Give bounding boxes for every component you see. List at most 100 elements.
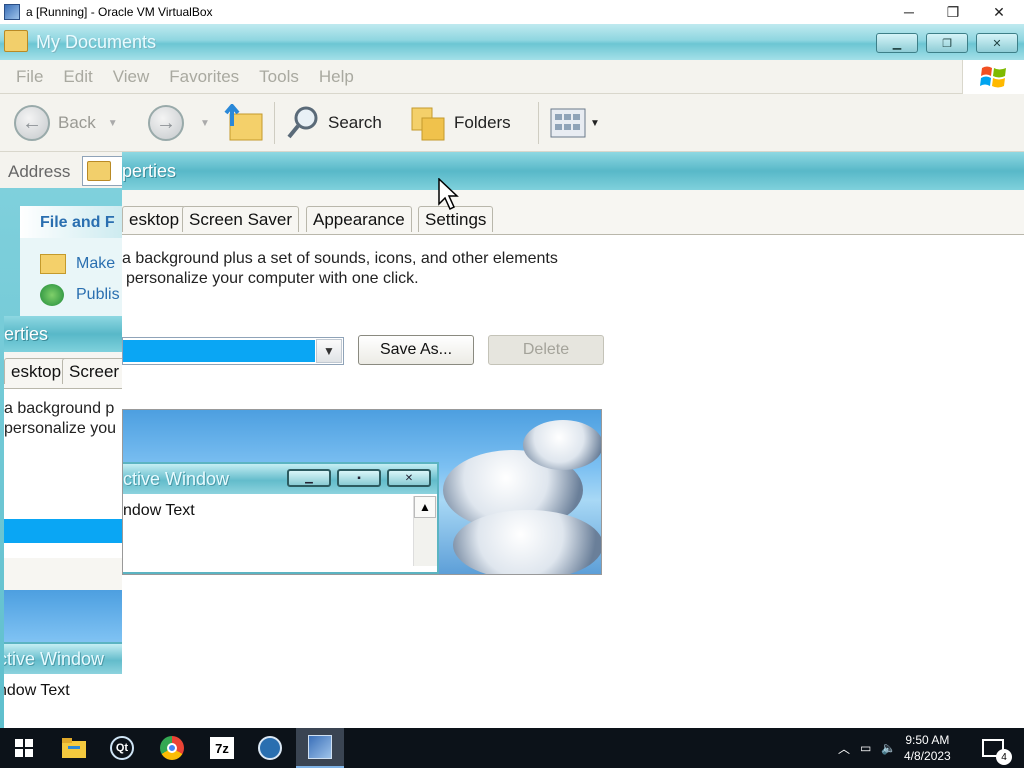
preview-window-text: ndow Text (123, 502, 195, 519)
virtualbox-taskbar[interactable] (296, 728, 344, 768)
ghost-desc-line1: a background p (4, 400, 115, 417)
7zip-icon: 7z (210, 737, 234, 759)
file-tasks-header[interactable]: File and F (20, 206, 122, 238)
theme-selection (123, 340, 315, 362)
views-dropdown-icon[interactable]: ▼ (590, 118, 600, 129)
address-input[interactable] (82, 156, 122, 186)
globe-icon (40, 284, 64, 306)
forward-dropdown-icon[interactable]: ▼ (200, 118, 210, 129)
preview-minimize-icon: ▁ (287, 469, 331, 487)
start-button[interactable] (0, 728, 48, 768)
chrome-taskbar[interactable] (148, 728, 196, 768)
search-icon (287, 106, 318, 139)
ghost-theme-selection[interactable] (4, 519, 122, 543)
preview-window: ctive Window ▁ ▪ ✕ ndow Text ▲ (123, 462, 439, 574)
qt-app-taskbar[interactable]: Qt (98, 728, 146, 768)
back-label: Back (58, 113, 96, 132)
window-title: a [Running] - Oracle VM VirtualBox (26, 5, 213, 19)
qt-icon: Qt (110, 736, 134, 760)
views-button[interactable]: ▼ (550, 104, 600, 142)
menu-edit[interactable]: Edit (63, 67, 92, 87)
notification-center[interactable]: 4 (982, 728, 1012, 768)
task-make-label: Make (76, 255, 116, 272)
views-icon (550, 108, 586, 138)
ghost-dialog-body: a background p personalize you (4, 388, 122, 558)
task-make-folder[interactable]: Make (40, 254, 115, 274)
dialog-title: perties (122, 152, 1024, 190)
explorer-restore-button[interactable]: ❐ (926, 33, 968, 53)
windows-start-icon (15, 739, 33, 757)
save-as-button[interactable]: Save As... (358, 335, 474, 365)
system-tray: ︿ ▭ 🔈 (838, 728, 896, 768)
chrome-icon (160, 736, 184, 760)
menu-tools[interactable]: Tools (259, 67, 299, 87)
network-app-taskbar[interactable] (246, 728, 294, 768)
close-button[interactable]: ✕ (976, 0, 1022, 24)
menu-file[interactable]: File (16, 67, 43, 87)
7zip-taskbar[interactable]: 7z (198, 728, 246, 768)
virtualbox-icon (4, 4, 20, 20)
network-app-icon (258, 736, 282, 760)
clock[interactable]: 9:50 AM 4/8/2023 (904, 728, 951, 768)
tab-appearance[interactable]: Appearance (306, 206, 412, 232)
explorer-close-button[interactable]: ✕ (976, 33, 1018, 53)
ghost-tab-desktop[interactable]: esktop (4, 358, 69, 384)
chevron-up-icon[interactable]: ︿ (838, 740, 850, 757)
folder-icon (4, 30, 28, 52)
back-button[interactable]: ← Back ▼ (14, 104, 118, 142)
task-publish[interactable]: Publis (40, 284, 120, 306)
menu-view[interactable]: View (113, 67, 150, 87)
search-label: Search (328, 113, 382, 132)
forward-arrow-icon: → (148, 105, 184, 141)
file-explorer-icon (62, 738, 86, 758)
explorer-title: My Documents (36, 32, 157, 52)
preview-restore-icon: ▪ (337, 469, 381, 487)
ghost-preview-text: ndow Text (4, 682, 70, 699)
explorer-titlebar[interactable]: My Documents ▁ ❐ ✕ (0, 24, 1024, 60)
preview-close-icon: ✕ (387, 469, 431, 487)
mouse-cursor-icon (438, 178, 459, 211)
theme-combo[interactable]: ▼ (122, 337, 344, 365)
task-publish-label: Publis (76, 286, 120, 303)
preview-scrollbar: ▲ (413, 496, 437, 566)
virtualbox-taskbar-icon (308, 735, 332, 759)
desc-line2: personalize your computer with one click… (126, 270, 419, 287)
taskbar: Qt 7z ︿ ▭ 🔈 9:50 AM 4/8/2023 4 (0, 728, 1024, 768)
display-properties-dialog: perties esktop Screen Saver Appearance S… (122, 152, 1024, 728)
restore-button[interactable]: ❐ (930, 0, 976, 24)
up-folder-icon (224, 104, 263, 141)
new-folder-icon (40, 254, 66, 274)
scroll-up-icon: ▲ (414, 496, 436, 518)
file-explorer-taskbar[interactable] (50, 728, 98, 768)
notification-count: 4 (996, 749, 1012, 765)
ghost-tab-screensaver[interactable]: Screer (62, 358, 127, 384)
ghost-dialog-title: erties (4, 316, 122, 352)
volume-icon[interactable]: 🔈 (881, 741, 896, 755)
menu-favorites[interactable]: Favorites (169, 67, 239, 87)
search-button[interactable]: Search (286, 104, 382, 142)
tab-desktop[interactable]: esktop (122, 206, 187, 232)
ghost-desc-line2: personalize you (4, 420, 117, 437)
virtualbox-titlebar: a [Running] - Oracle VM VirtualBox ─ ❐ ✕ (0, 0, 1024, 24)
windows-logo-icon (962, 60, 1024, 94)
folders-button[interactable]: Folders (410, 104, 511, 142)
clock-time: 9:50 AM (905, 733, 950, 747)
address-label: Address (8, 162, 71, 181)
dialog-body: a background plus a set of sounds, icons… (122, 234, 1024, 728)
guest-screen[interactable]: My Documents ▁ ❐ ✕ File Edit View Favori… (0, 24, 1024, 728)
minimize-button[interactable]: ─ (886, 0, 932, 24)
explorer-minimize-button[interactable]: ▁ (876, 33, 918, 53)
back-arrow-icon: ← (14, 105, 50, 141)
desc-line1: a background plus a set of sounds, icons… (122, 250, 558, 267)
menu-help[interactable]: Help (319, 67, 354, 87)
theme-preview: ctive Window ▁ ▪ ✕ ndow Text ▲ (122, 409, 602, 575)
chevron-down-icon[interactable]: ▼ (316, 339, 342, 363)
back-dropdown-icon[interactable]: ▼ (108, 118, 118, 129)
network-icon[interactable]: ▭ (860, 741, 871, 755)
delete-button[interactable]: Delete (488, 335, 604, 365)
forward-button[interactable]: → ▼ (148, 104, 210, 142)
up-folder-button[interactable] (222, 104, 264, 142)
address-folder-icon (87, 161, 111, 181)
tab-screen-saver[interactable]: Screen Saver (182, 206, 299, 232)
folders-label: Folders (454, 113, 511, 132)
